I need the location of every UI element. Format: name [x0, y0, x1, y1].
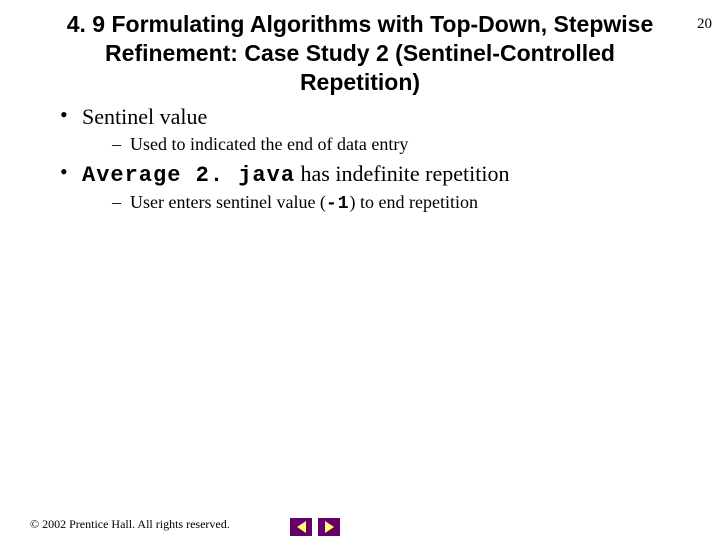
bullet-text: Sentinel value	[82, 104, 207, 129]
slide-title: 4. 9 Formulating Algorithms with Top-Dow…	[60, 10, 660, 96]
code-text: Average 2. java	[82, 163, 295, 188]
copyright-footer: © 2002 Prentice Hall. All rights reserve…	[30, 517, 230, 532]
page-number: 20	[697, 16, 712, 33]
sub-bullet-text: ) to end repetition	[350, 192, 478, 212]
nav-controls	[290, 518, 340, 536]
sub-bullet-item: Used to indicated the end of data entry	[112, 134, 690, 155]
sub-bullet-text: Used to indicated the end of data entry	[130, 134, 408, 154]
bullet-list: Sentinel value Used to indicated the end…	[60, 104, 690, 214]
bullet-item: Average 2. java has indefinite repetitio…	[60, 161, 690, 214]
prev-button[interactable]	[290, 518, 312, 536]
bullet-item: Sentinel value Used to indicated the end…	[60, 104, 690, 155]
sub-bullet-list: Used to indicated the end of data entry	[82, 134, 690, 155]
slide: 20 4. 9 Formulating Algorithms with Top-…	[0, 10, 720, 540]
code-text: -1	[326, 194, 350, 214]
triangle-right-icon	[325, 521, 334, 533]
sub-bullet-text: User enters sentinel value (	[130, 192, 326, 212]
bullet-text: has indefinite repetition	[295, 161, 509, 186]
next-button[interactable]	[318, 518, 340, 536]
sub-bullet-item: User enters sentinel value (-1) to end r…	[112, 192, 690, 214]
triangle-left-icon	[297, 521, 306, 533]
sub-bullet-list: User enters sentinel value (-1) to end r…	[82, 192, 690, 214]
